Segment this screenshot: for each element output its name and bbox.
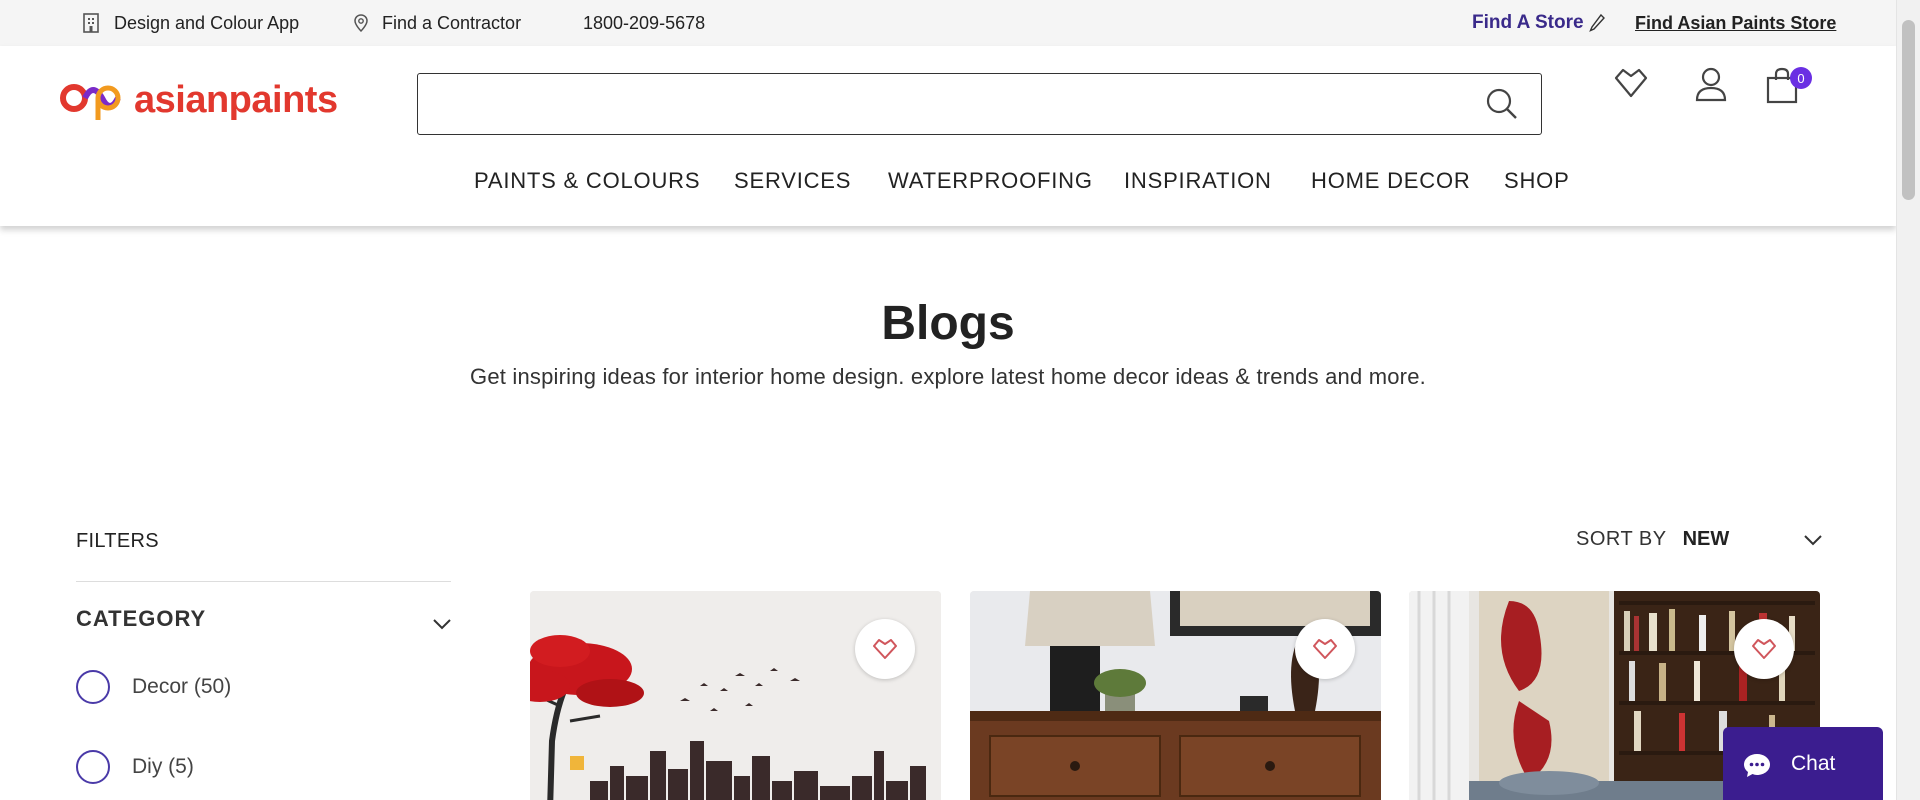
page-title: Blogs (881, 297, 1015, 350)
heart-icon (873, 639, 897, 659)
building-icon (83, 13, 99, 33)
page-subtitle: Get inspiring ideas for interior home de… (470, 364, 1426, 389)
filters-divider (76, 581, 451, 582)
category-filter-toggle[interactable]: CATEGORY (76, 606, 206, 632)
pencil-icon (1588, 13, 1605, 32)
category-option-decor[interactable]: Decor (50) (76, 670, 231, 704)
chat-bubble-icon (1744, 754, 1770, 777)
location-pin-icon (354, 14, 368, 32)
radio-button[interactable] (76, 750, 110, 784)
sort-dropdown[interactable]: SORT BY NEW (1576, 528, 1823, 551)
heart-icon (1313, 639, 1337, 659)
phone-number-text: 1800-209-5678 (583, 12, 706, 33)
sort-selected-value: NEW (1682, 528, 1730, 550)
favorite-button[interactable] (1295, 619, 1355, 679)
phone-number[interactable]: 1800-209-5678 (583, 0, 705, 46)
wishlist-heart-icon[interactable] (1612, 66, 1650, 100)
cart-count-badge: 0 (1790, 67, 1812, 89)
user-account-icon[interactable] (1694, 66, 1728, 102)
search-input[interactable] (418, 74, 1458, 132)
blog-card[interactable] (530, 591, 941, 800)
search-box (417, 73, 1542, 135)
design-colour-app-label: Design and Colour App (114, 12, 300, 33)
heart-icon (1752, 639, 1776, 659)
category-option-diy[interactable]: Diy (5) (76, 750, 194, 784)
nav-services[interactable]: SERVICES (734, 156, 851, 206)
top-utility-bar: Design and Colour App Find a Contractor … (0, 0, 1896, 46)
scrollbar-thumb[interactable] (1902, 20, 1915, 200)
favorite-button[interactable] (1734, 619, 1794, 679)
main-navigation: PAINTS & COLOURS SERVICES WATERPROOFING … (0, 156, 1896, 206)
nav-waterproofing[interactable]: WATERPROOFING (888, 156, 1093, 206)
category-option-label: Diy (5) (132, 755, 194, 778)
chevron-down-icon (1803, 534, 1822, 545)
nav-inspiration[interactable]: INSPIRATION (1124, 156, 1272, 206)
main-header: asianpaints 0 PAINTS & COLOURS SERVICES … (0, 46, 1896, 226)
chat-button[interactable]: Chat (1723, 727, 1883, 800)
category-option-label: Decor (50) (132, 675, 232, 698)
find-contractor-link[interactable]: Find a Contractor (354, 0, 521, 46)
logo-mark-icon (60, 84, 121, 120)
chevron-down-icon[interactable] (432, 617, 452, 631)
search-icon[interactable] (1485, 87, 1519, 121)
nav-shop[interactable]: SHOP (1504, 156, 1570, 206)
find-a-store-link[interactable]: Find A Store (1472, 0, 1606, 46)
radio-button[interactable] (76, 670, 110, 704)
blog-card[interactable] (970, 591, 1381, 800)
chat-label: Chat (1791, 752, 1836, 775)
nav-home-decor[interactable]: HOME DECOR (1311, 156, 1471, 206)
favorite-button[interactable] (855, 619, 915, 679)
find-a-store-label: Find A Store (1472, 12, 1584, 33)
find-asian-paints-store-link[interactable]: Find Asian Paints Store (1635, 0, 1836, 46)
logo-text: asianpaints (134, 78, 338, 121)
design-colour-app-link[interactable]: Design and Colour App (82, 0, 299, 46)
find-contractor-label: Find a Contractor (382, 12, 522, 33)
asianpaints-logo[interactable]: asianpaints (58, 76, 338, 124)
sort-label: SORT BY (1576, 528, 1667, 550)
filters-heading: FILTERS (76, 530, 159, 552)
nav-paints-colours[interactable]: PAINTS & COLOURS (474, 156, 700, 206)
page-scrollbar[interactable] (1896, 0, 1920, 800)
